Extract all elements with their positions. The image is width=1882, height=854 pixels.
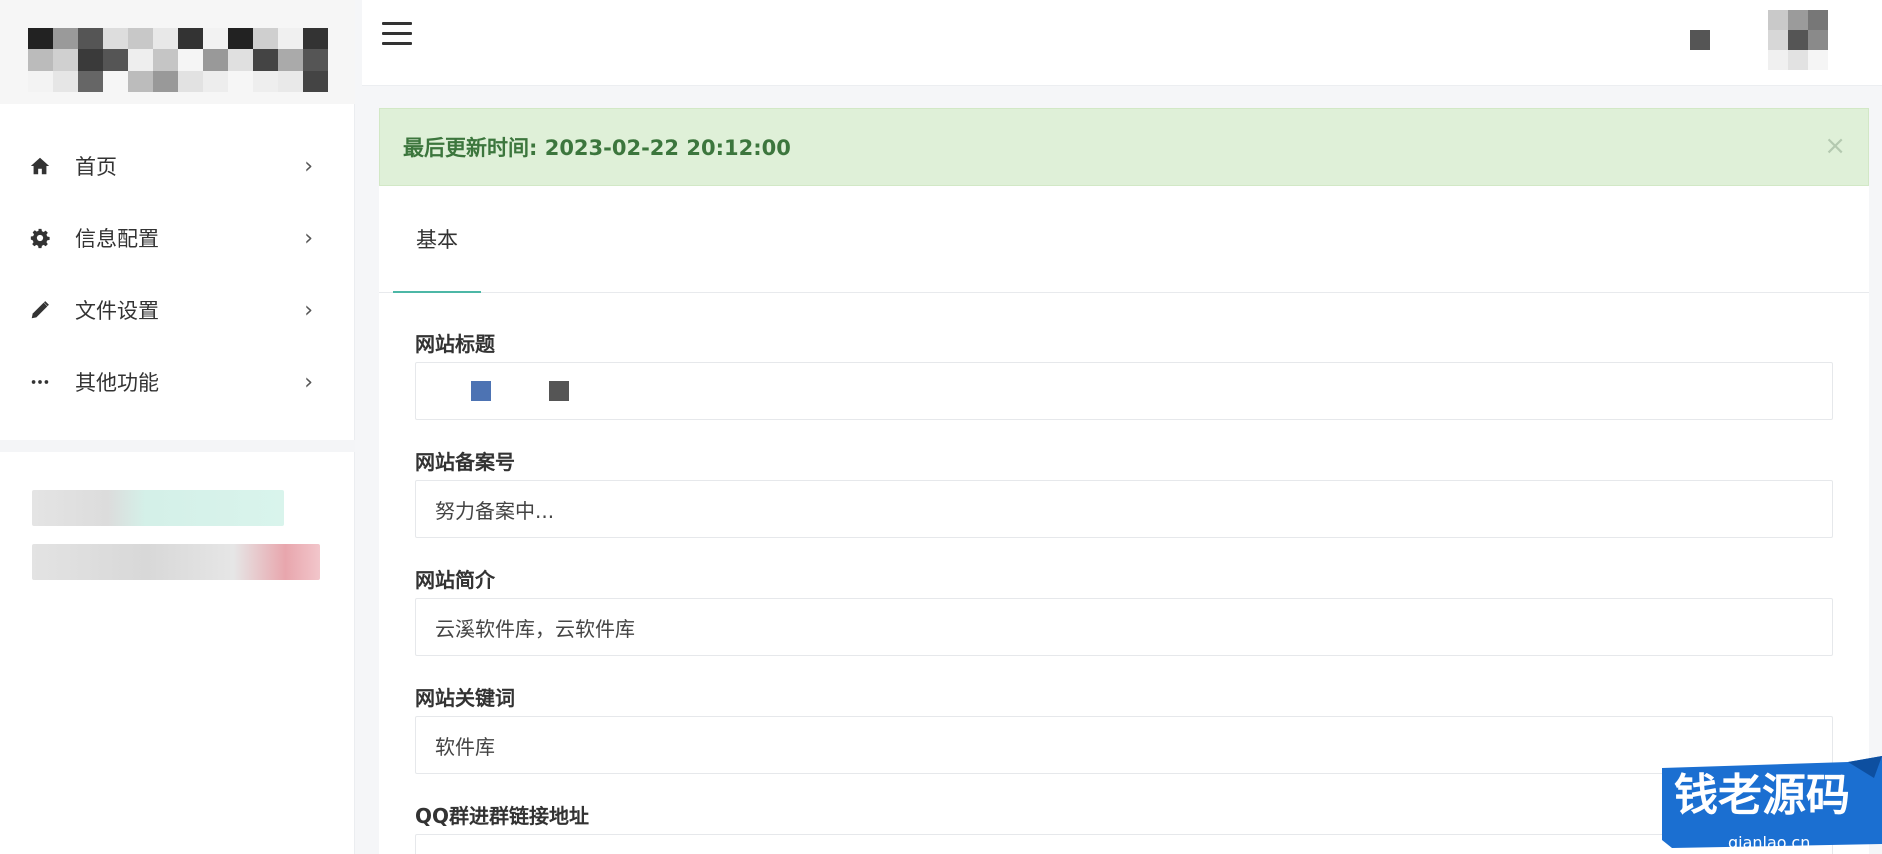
avatar[interactable]: [1768, 10, 1828, 70]
site-keywords-field[interactable]: 软件库: [415, 716, 1833, 774]
menu-toggle-button[interactable]: [382, 22, 414, 48]
site-keywords-label: 网站关键词: [415, 686, 515, 710]
topbar: [362, 0, 1882, 86]
sidebar-item-label: 其他功能: [75, 371, 159, 395]
icp-number-field[interactable]: 努力备案中...: [415, 480, 1833, 538]
sidebar-item-other-features[interactable]: 其他功能 ›: [0, 346, 355, 418]
hamburger-line: [382, 32, 412, 35]
site-title-field[interactable]: [415, 362, 1833, 420]
site-title-label: 网站标题: [415, 332, 495, 356]
qq-group-link-field[interactable]: [415, 834, 1833, 854]
hamburger-line: [382, 42, 412, 45]
icp-number-label: 网站备案号: [415, 450, 515, 474]
site-description-label: 网站简介: [415, 568, 495, 592]
watermark-badge: 钱老源码 qianlao.cn: [1658, 748, 1882, 854]
logo[interactable]: [0, 0, 355, 104]
watermark-url: qianlao.cn: [1728, 833, 1810, 852]
settings-card: 基本 网站标题 网站备案号 努力备案中... 网站简介 云溪软件库，云软件库 网…: [379, 186, 1869, 854]
notification-icon[interactable]: [1690, 30, 1710, 50]
close-icon[interactable]: ×: [1824, 133, 1846, 159]
more-icon: [28, 370, 52, 394]
pencil-icon: [28, 298, 52, 322]
chevron-right-icon: ›: [304, 153, 313, 179]
redacted-block: [32, 544, 320, 580]
chevron-right-icon: ›: [304, 297, 313, 323]
qq-group-link-label: QQ群进群链接地址: [415, 804, 590, 828]
sidebar-item-home[interactable]: 首页 ›: [0, 130, 355, 202]
chevron-right-icon: ›: [304, 369, 313, 395]
site-description-field[interactable]: 云溪软件库，云软件库: [415, 598, 1833, 656]
sidebar: 首页 › 信息配置 › 文件设置 › 其他功能 ›: [0, 0, 355, 854]
sidebar-item-label: 首页: [75, 155, 117, 179]
redacted-square: [471, 381, 491, 401]
redacted-block: [32, 490, 284, 526]
update-time-alert: 最后更新时间: 2023-02-22 20:12:00 ×: [379, 108, 1869, 186]
sidebar-divider: [0, 440, 355, 452]
redacted-square: [549, 381, 569, 401]
watermark-logo: 钱老源码 qianlao.cn: [1662, 756, 1882, 852]
sidebar-item-label: 信息配置: [75, 227, 159, 251]
tab-basic[interactable]: 基本: [393, 186, 481, 293]
logo-mosaic: [28, 28, 328, 92]
tab-bar: 基本: [379, 186, 1869, 293]
sidebar-nav: 首页 › 信息配置 › 文件设置 › 其他功能 ›: [0, 130, 355, 418]
gear-icon: [28, 226, 52, 250]
sidebar-item-label: 文件设置: [75, 299, 159, 323]
watermark-title: 钱老源码: [1674, 770, 1850, 821]
sidebar-item-file-settings[interactable]: 文件设置 ›: [0, 274, 355, 346]
chevron-right-icon: ›: [304, 225, 313, 251]
home-icon: [28, 154, 52, 178]
hamburger-line: [382, 22, 412, 25]
alert-text: 最后更新时间: 2023-02-22 20:12:00: [403, 136, 791, 160]
sidebar-item-info-config[interactable]: 信息配置 ›: [0, 202, 355, 274]
